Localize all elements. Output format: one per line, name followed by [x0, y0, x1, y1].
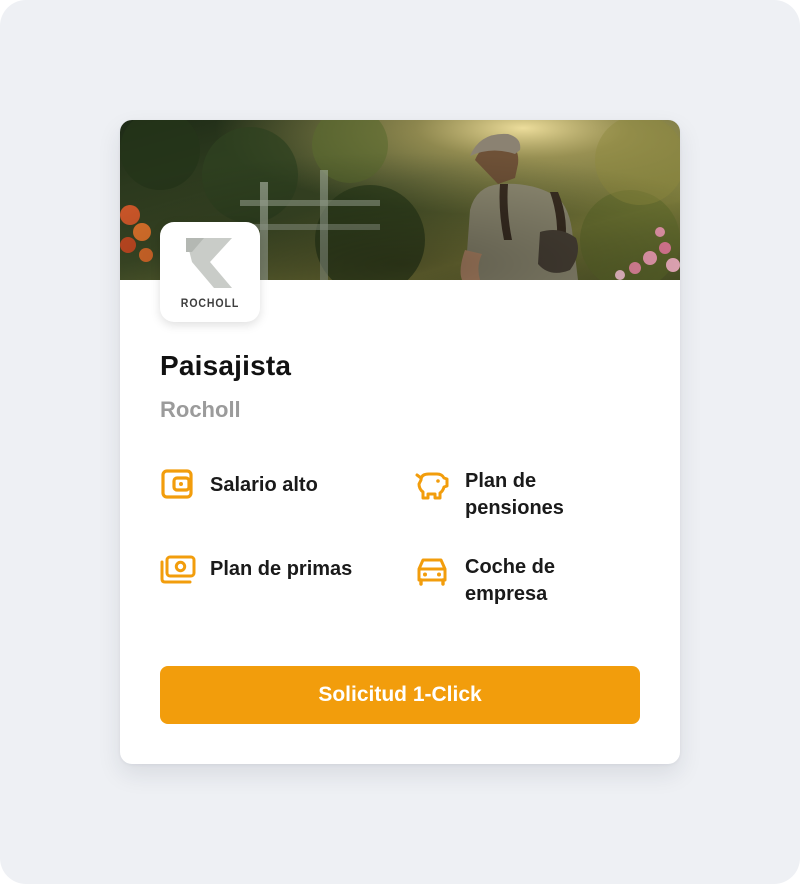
benefit-item: Salario alto	[160, 468, 380, 500]
car-icon	[415, 554, 449, 586]
company-logo: ROCHOLL	[160, 222, 260, 322]
apply-button[interactable]: Solicitud 1-Click	[160, 666, 640, 724]
benefit-item: Plan de primas	[160, 554, 390, 586]
rocholl-logo-icon	[186, 238, 232, 288]
piggy-bank-icon	[415, 468, 449, 500]
money-stack-icon	[160, 554, 196, 586]
wallet-icon	[160, 468, 194, 500]
job-title: Paisajista	[160, 350, 292, 381]
page-background: ROCHOLL Paisajista Rocholl Salario alto	[0, 0, 800, 884]
benefit-item: Plan de pensiones	[415, 468, 605, 522]
job-card[interactable]: ROCHOLL Paisajista Rocholl Salario alto	[120, 120, 680, 764]
benefit-label: Plan de primas	[210, 558, 353, 580]
benefit-label: Salario alto	[210, 474, 318, 496]
benefit-item: Coche de empresa	[415, 554, 605, 608]
company-name: Rocholl	[160, 397, 241, 422]
benefit-label: Plan de pensiones	[465, 470, 564, 519]
logo-wordmark: ROCHOLL	[180, 296, 240, 310]
benefit-label: Coche de empresa	[465, 556, 556, 605]
